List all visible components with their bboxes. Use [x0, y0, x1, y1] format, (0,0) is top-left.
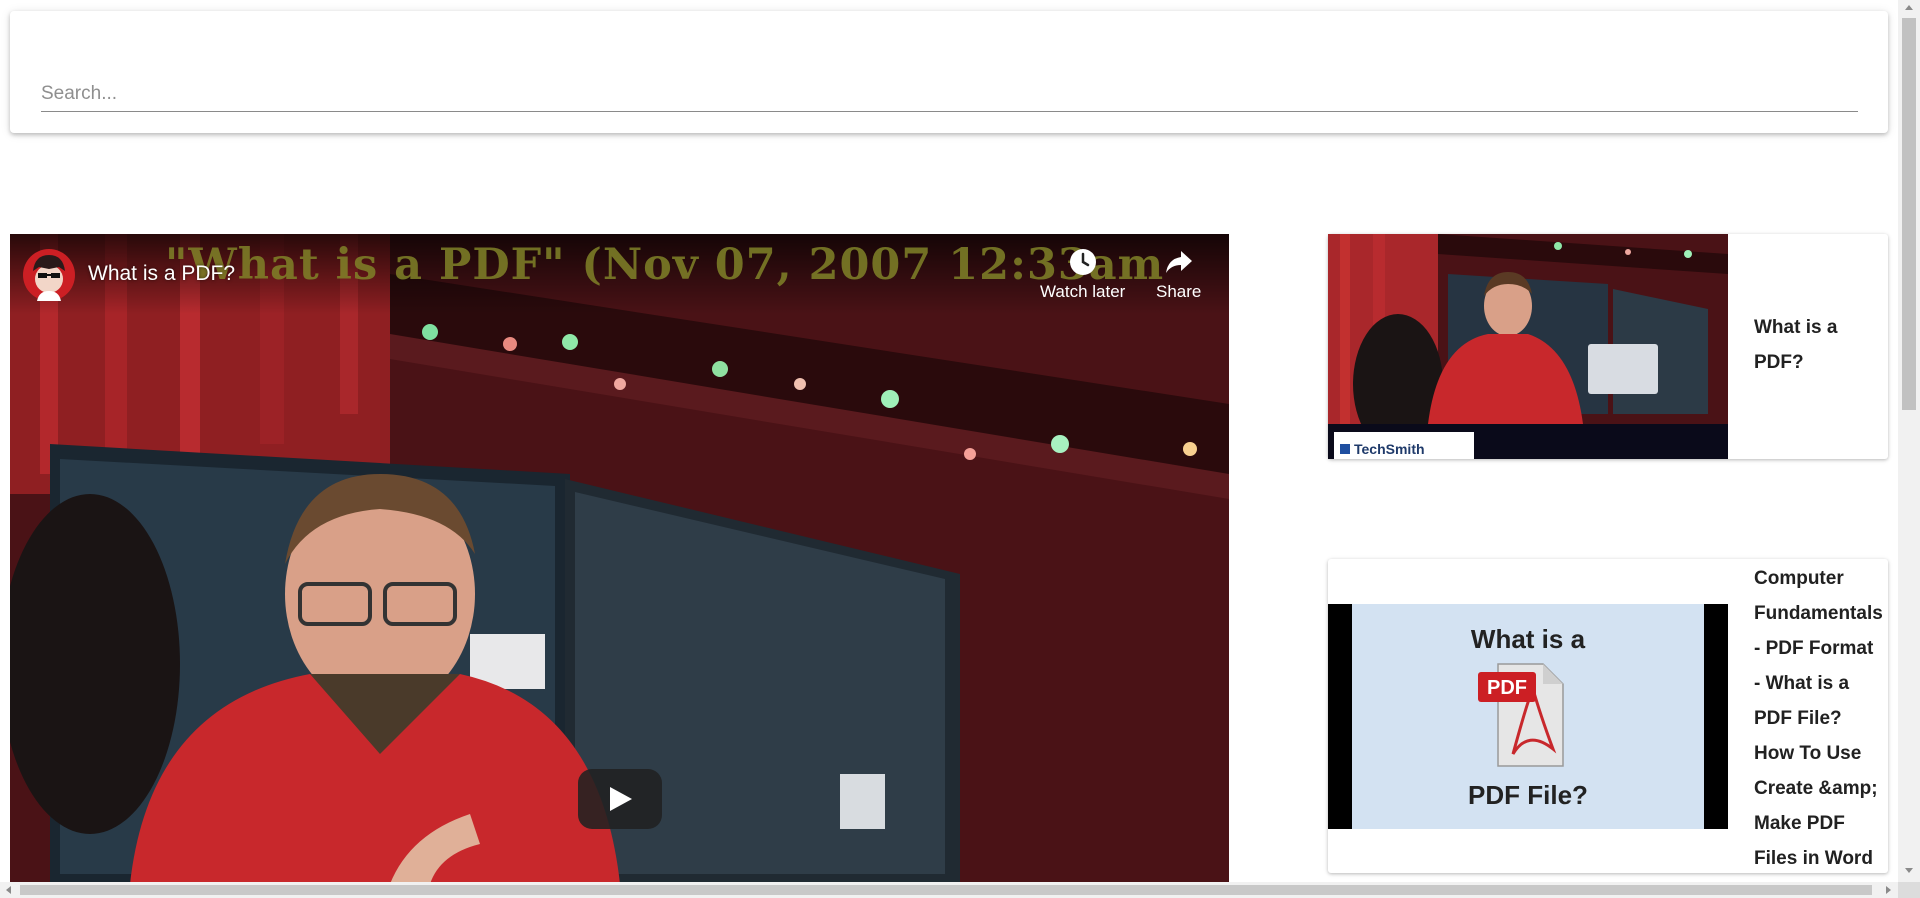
related-video-title[interactable]: Computer Fundamentals - PDF Format - Wha…	[1754, 561, 1884, 876]
vertical-scrollbar[interactable]	[1898, 0, 1920, 882]
video-title[interactable]: What is a PDF?	[88, 262, 235, 286]
thumbnail-image: TechSmith	[1328, 234, 1728, 459]
horizontal-scrollbar[interactable]	[0, 882, 1898, 898]
scroll-right-arrow-icon[interactable]	[1886, 886, 1891, 894]
share-button[interactable]: Share	[1156, 248, 1201, 302]
video-player[interactable]: "What is a PDF" (Nov 07, 2007 12:33am Wh…	[10, 234, 1229, 884]
share-arrow-icon	[1165, 251, 1192, 273]
thumbnail-badge-text: PDF	[1487, 677, 1527, 699]
scrollbar-corner	[1898, 882, 1920, 898]
vertical-scrollbar-thumb[interactable]	[1902, 18, 1916, 410]
related-video-card[interactable]: TechSmith What is a PDF?	[1328, 234, 1888, 459]
watch-later-button[interactable]: Watch later	[1040, 248, 1125, 302]
scroll-left-arrow-icon[interactable]	[6, 886, 11, 894]
thumbnail-brand-text: TechSmith	[1354, 441, 1425, 457]
scroll-up-arrow-icon[interactable]	[1905, 5, 1913, 10]
related-video-card[interactable]: What is a PDF PDF File? Computer Fundame…	[1328, 559, 1888, 873]
related-video-title[interactable]: What is a PDF?	[1754, 310, 1884, 380]
channel-avatar-icon[interactable]	[23, 249, 75, 301]
burned-in-caption: "What is a PDF" (Nov 07, 2007 12:33am	[165, 240, 1165, 290]
scroll-down-arrow-icon[interactable]	[1905, 868, 1913, 873]
watch-later-label: Watch later	[1040, 282, 1126, 301]
search-card	[10, 11, 1888, 133]
thumbnail-text-top: What is a	[1471, 624, 1586, 654]
thumbnail-text-bottom: PDF File?	[1468, 780, 1588, 810]
play-button[interactable]	[578, 769, 662, 829]
play-icon	[610, 787, 632, 811]
thumbnail-image: What is a PDF PDF File?	[1328, 604, 1728, 829]
related-video-thumbnail[interactable]: TechSmith	[1328, 234, 1728, 459]
clock-icon	[1069, 249, 1096, 275]
search-input[interactable]	[41, 77, 1858, 112]
share-label: Share	[1156, 282, 1202, 301]
horizontal-scrollbar-thumb[interactable]	[20, 885, 1872, 895]
related-video-thumbnail[interactable]: What is a PDF PDF File?	[1328, 604, 1728, 829]
